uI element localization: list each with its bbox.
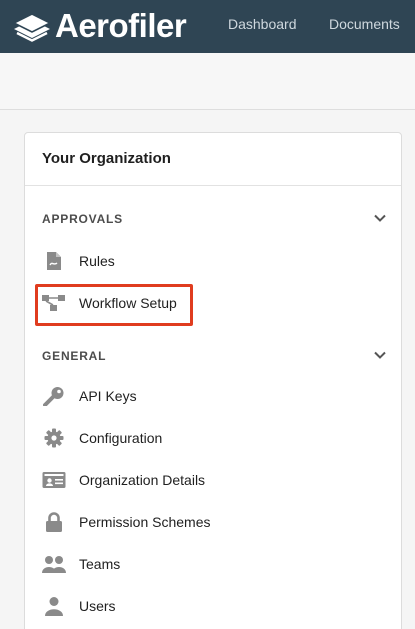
panel-divider — [25, 185, 401, 186]
lock-icon — [41, 511, 67, 533]
nav-dashboard-link[interactable]: Dashboard — [228, 15, 297, 33]
menu-item-label: Users — [79, 598, 116, 614]
organization-settings-panel: Your Organization APPROVALS Rules Workfl… — [24, 132, 402, 629]
menu-item-api-keys[interactable]: API Keys — [39, 381, 339, 411]
menu-item-label: Permission Schemes — [79, 514, 211, 530]
gear-icon — [41, 427, 67, 449]
workflow-setup-highlight-box — [35, 284, 193, 326]
menu-item-teams[interactable]: Teams — [39, 549, 339, 579]
brand-logo[interactable]: Aerofiler — [12, 7, 187, 44]
menu-item-label: Configuration — [79, 430, 163, 446]
key-icon — [41, 385, 67, 407]
menu-item-organization-details[interactable]: Organization Details — [39, 465, 339, 495]
stacked-layers-logo-icon — [12, 13, 52, 42]
users-icon — [41, 553, 67, 575]
menu-item-label: API Keys — [79, 388, 137, 404]
panel-title: Your Organization — [42, 150, 171, 167]
approvals-collapse-chevron-icon[interactable] — [373, 213, 387, 223]
id-card-icon — [41, 469, 67, 491]
menu-item-label: Rules — [79, 253, 115, 269]
menu-item-rules[interactable]: Rules — [39, 246, 339, 276]
menu-item-label: Organization Details — [79, 472, 206, 488]
top-navbar: Aerofiler Dashboard Documents — [0, 0, 415, 53]
menu-item-permission-schemes[interactable]: Permission Schemes — [39, 507, 339, 537]
pdf-file-icon — [41, 250, 67, 272]
sub-header-bar — [0, 53, 415, 110]
section-header-general: GENERAL — [42, 349, 107, 363]
brand-name: Aerofiler — [55, 7, 187, 44]
user-icon — [41, 595, 67, 617]
section-header-approvals: APPROVALS — [42, 212, 123, 226]
general-collapse-chevron-icon[interactable] — [373, 350, 387, 360]
menu-item-users[interactable]: Users — [39, 591, 339, 621]
nav-documents-link[interactable]: Documents — [329, 15, 400, 33]
menu-item-configuration[interactable]: Configuration — [39, 423, 339, 453]
menu-item-label: Teams — [79, 556, 121, 572]
